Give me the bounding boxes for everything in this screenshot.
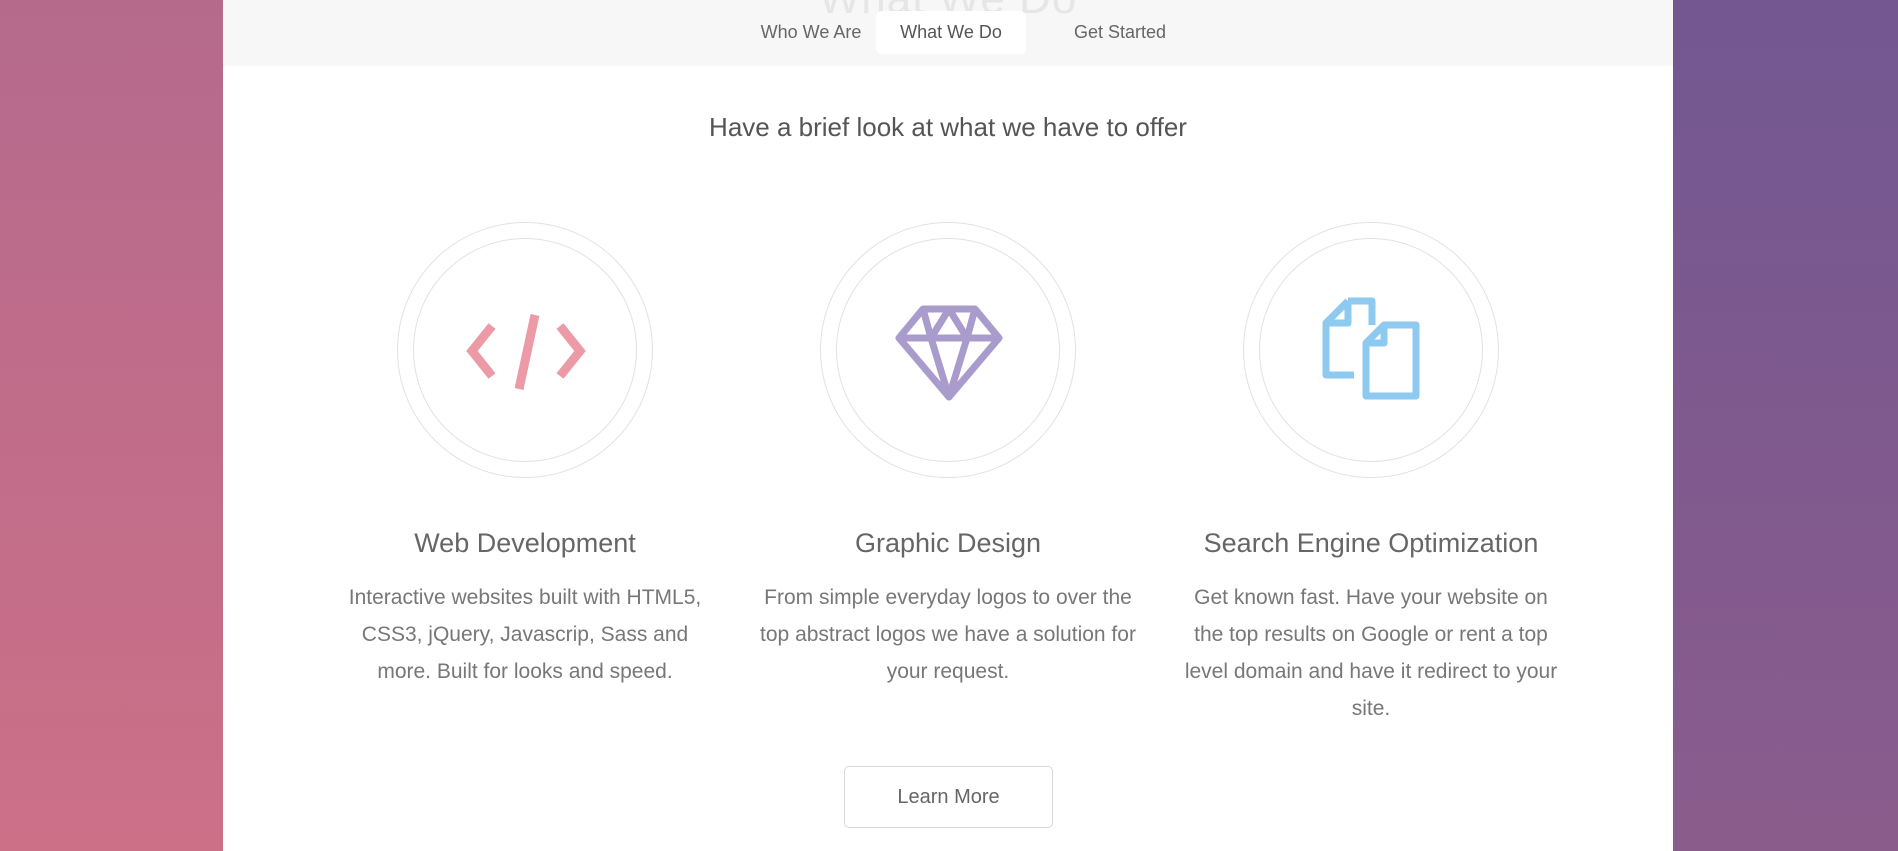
diamond-icon — [895, 305, 1003, 401]
service-description: Interactive websites built with HTML5, C… — [348, 586, 702, 683]
background-right — [1673, 0, 1898, 851]
service-title: Web Development — [414, 528, 636, 558]
tab-get-started[interactable]: Get Started — [1050, 11, 1190, 54]
icon-circle — [1243, 222, 1499, 478]
section-nav: What We Do Who We Are What We Do Get Sta… — [223, 0, 1673, 66]
content-panel: What We Do Who We Are What We Do Get Sta… — [223, 0, 1673, 851]
service-web-development: Web Development Interactive websites bui… — [325, 222, 725, 690]
icon-circle — [820, 222, 1076, 478]
service-description: Get known fast. Have your website on the… — [1184, 586, 1558, 720]
tab-who-we-are[interactable]: Who We Are — [726, 11, 896, 54]
service-title: Graphic Design — [854, 528, 1042, 558]
page-subtitle: Have a brief look at what we have to off… — [709, 112, 1187, 142]
learn-more-button[interactable]: Learn More — [844, 766, 1053, 828]
documents-icon — [1322, 297, 1420, 400]
code-icon — [466, 314, 586, 390]
service-description: From simple everyday logos to over the t… — [760, 586, 1136, 683]
service-title: Search Engine Optimization — [1203, 528, 1539, 558]
icon-circle — [397, 222, 653, 478]
tab-what-we-do[interactable]: What We Do — [876, 11, 1026, 54]
background-left — [0, 0, 223, 851]
service-graphic-design: Graphic Design From simple everyday logo… — [748, 222, 1148, 690]
service-seo: Search Engine Optimization Get known fas… — [1171, 222, 1571, 727]
